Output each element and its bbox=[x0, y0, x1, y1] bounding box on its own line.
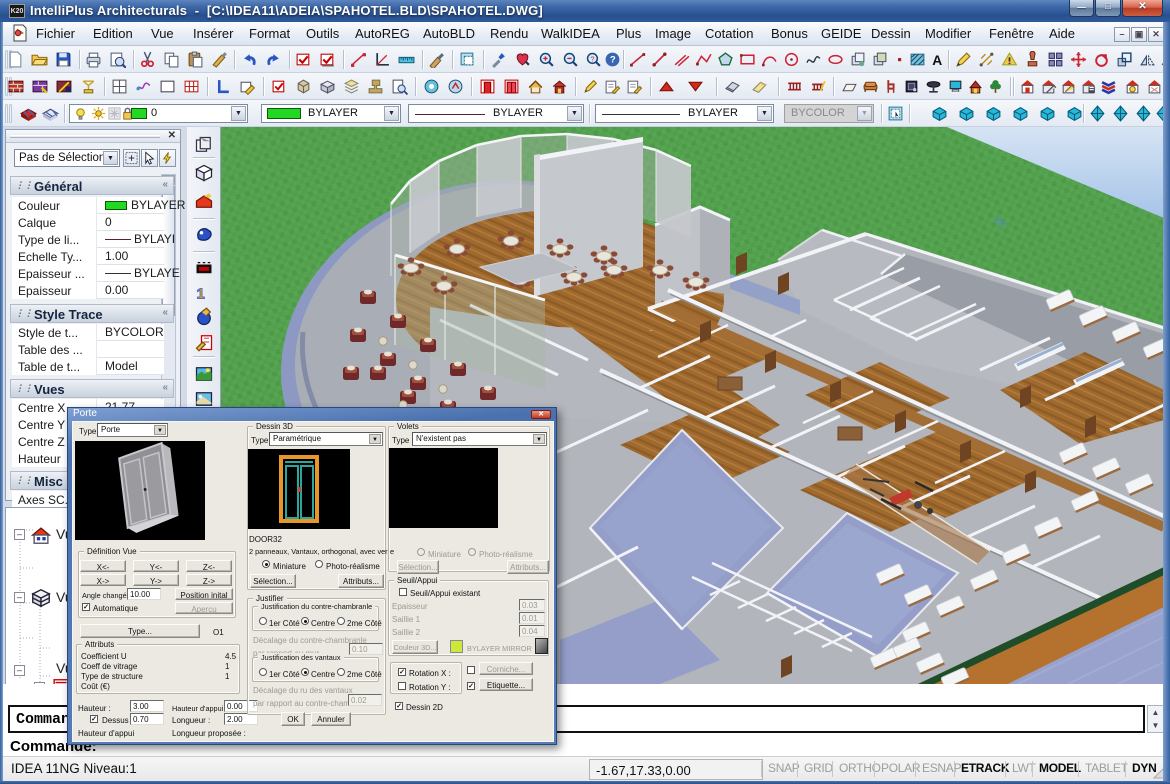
svg-text:?: ? bbox=[610, 55, 616, 66]
svg-text:A: A bbox=[932, 52, 942, 68]
svg-text:1: 1 bbox=[197, 285, 205, 302]
svg-text:?: ? bbox=[590, 55, 594, 64]
